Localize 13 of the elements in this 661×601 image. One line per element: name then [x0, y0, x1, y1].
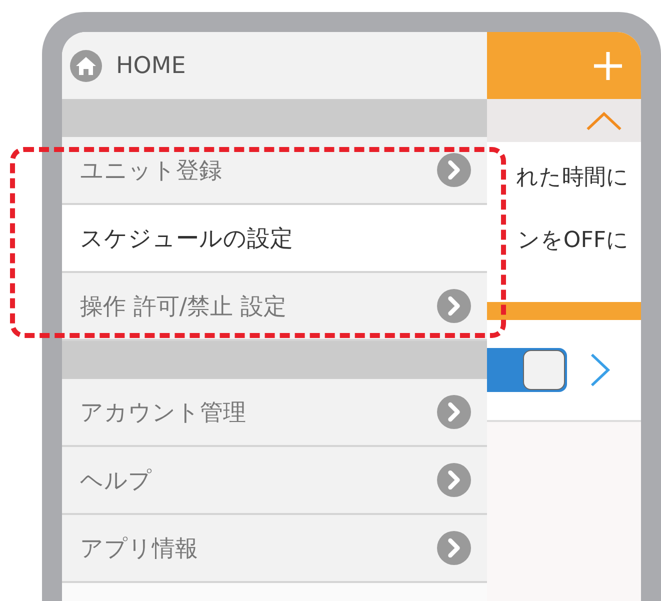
- chevron-right-icon: [437, 395, 471, 429]
- chevron-up-icon[interactable]: [585, 110, 623, 130]
- chevron-right-icon: [437, 463, 471, 497]
- chevron-right-icon: [437, 289, 471, 323]
- house-icon: [70, 50, 102, 82]
- description-text: れた時間に: [516, 164, 629, 192]
- chevron-right-icon: [437, 531, 471, 565]
- description-text: ンをOFFに: [517, 227, 629, 255]
- chevron-right-icon[interactable]: [589, 352, 611, 388]
- plus-icon[interactable]: [593, 50, 623, 80]
- menu-item[interactable]: スケジュールの設定: [62, 205, 487, 273]
- toggle-switch[interactable]: [487, 348, 567, 392]
- chevron-right-icon: [437, 153, 471, 187]
